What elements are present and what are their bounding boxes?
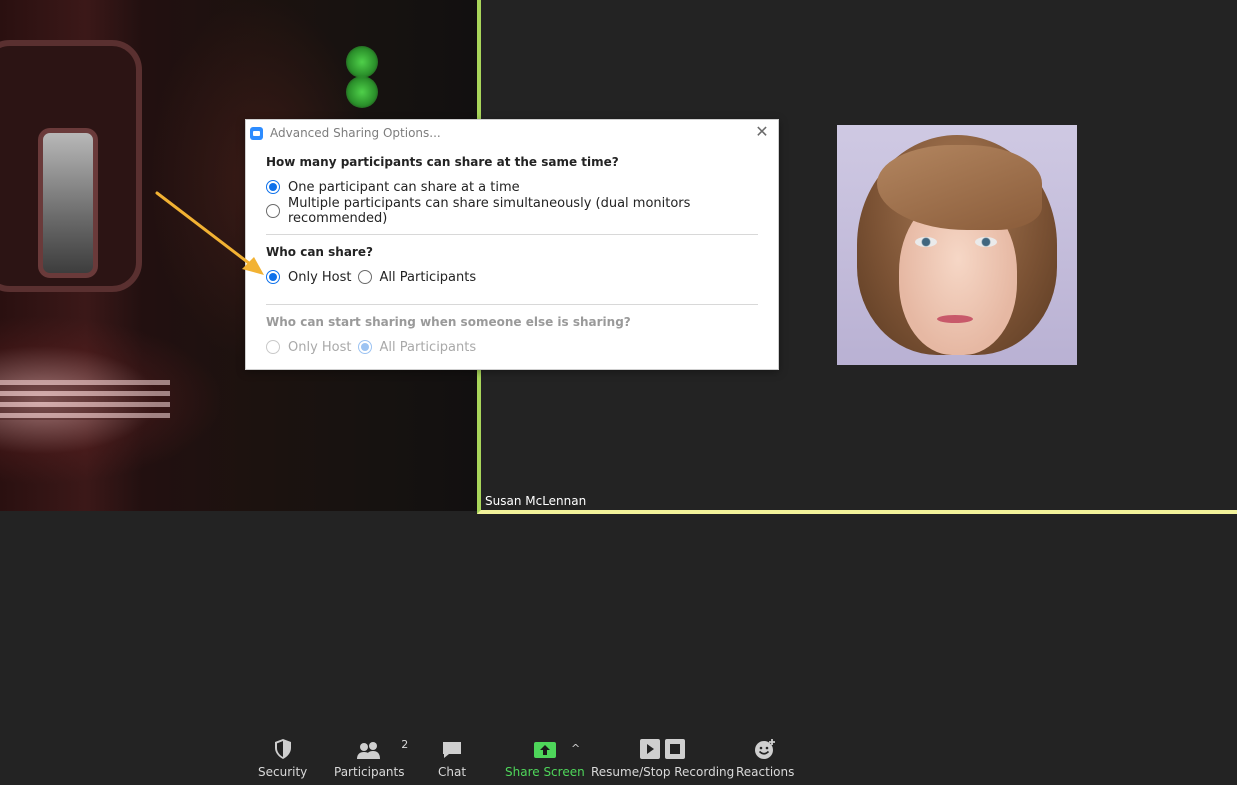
meeting-toolbar: Security 2 Participants Chat Share Scree… bbox=[0, 728, 1237, 785]
dialog-title: Advanced Sharing Options... bbox=[270, 126, 441, 140]
radio-only-host-disabled: Only Host bbox=[266, 340, 352, 355]
share-options-chevron-up-icon[interactable]: ^ bbox=[571, 742, 580, 755]
advanced-sharing-options-dialog: Advanced Sharing Options... ✕ How many p… bbox=[245, 119, 779, 370]
participant-avatar bbox=[837, 125, 1077, 365]
share-screen-icon bbox=[533, 742, 556, 758]
option-label: All Participants bbox=[379, 269, 477, 285]
dialog-title-bar: Advanced Sharing Options... bbox=[250, 124, 441, 142]
option-label: All Participants bbox=[379, 339, 477, 355]
option-label: Only Host bbox=[288, 269, 352, 285]
chat-label: Chat bbox=[438, 765, 467, 779]
option-row-who-can-share: Only Host All Participants bbox=[266, 265, 758, 289]
security-button[interactable]: Security bbox=[258, 736, 307, 779]
reactions-smiley-icon bbox=[755, 739, 776, 759]
avatar-eye-left bbox=[915, 237, 937, 247]
option-row-start-sharing: Only Host All Participants bbox=[266, 335, 758, 359]
share-screen-label: Share Screen bbox=[505, 765, 585, 779]
participants-button[interactable]: 2 Participants bbox=[334, 736, 409, 779]
section-who-can-share: Who can share? Only Host All Participant… bbox=[266, 245, 758, 289]
annotation-arrow-icon bbox=[155, 191, 264, 275]
section-start-sharing: Who can start sharing when someone else … bbox=[266, 315, 758, 359]
radio-all-participants[interactable]: All Participants bbox=[357, 269, 477, 285]
chat-bubble-icon bbox=[443, 742, 462, 758]
option-label: One participant can share at a time bbox=[288, 179, 520, 195]
participant-name-label: Susan McLennan bbox=[485, 494, 587, 508]
recording-label: Resume/Stop Recording bbox=[591, 765, 735, 779]
reactions-button[interactable]: Reactions bbox=[736, 736, 794, 779]
green-light-top bbox=[346, 46, 378, 78]
option-row-multiple: Multiple participants can share simultan… bbox=[266, 196, 758, 226]
participants-label: Participants bbox=[334, 765, 405, 779]
radio-one-participant[interactable]: One participant can share at a time bbox=[266, 180, 520, 195]
question-who-can-share: Who can share? bbox=[266, 245, 373, 259]
reactions-label: Reactions bbox=[736, 765, 795, 779]
background-lights bbox=[0, 380, 170, 420]
option-label: Multiple participants can share simultan… bbox=[288, 196, 691, 226]
question-start-sharing: Who can start sharing when someone else … bbox=[266, 315, 631, 329]
green-light-bottom bbox=[346, 76, 378, 108]
divider bbox=[266, 234, 758, 235]
radio-only-host[interactable]: Only Host bbox=[266, 270, 352, 285]
divider bbox=[266, 304, 758, 305]
question-share-count: How many participants can share at the s… bbox=[266, 155, 619, 169]
participants-icon bbox=[357, 742, 381, 759]
radio-disabled-icon bbox=[266, 340, 280, 354]
security-label: Security bbox=[258, 765, 308, 779]
avatar-mouth bbox=[937, 315, 973, 323]
shield-icon bbox=[274, 739, 291, 759]
avatar-eye-right bbox=[975, 237, 997, 247]
radio-multiple-participants[interactable]: Multiple participants can share simultan… bbox=[266, 196, 752, 226]
zoom-logo-icon bbox=[250, 126, 263, 140]
chat-button[interactable]: Chat bbox=[438, 736, 466, 779]
play-stop-icon bbox=[639, 739, 685, 759]
close-icon[interactable]: ✕ bbox=[754, 122, 770, 142]
participants-count-badge: 2 bbox=[401, 738, 409, 751]
background-window bbox=[38, 128, 98, 278]
resume-stop-recording-button[interactable]: Resume/Stop Recording bbox=[591, 736, 734, 779]
radio-disabled-selected-icon bbox=[357, 340, 372, 354]
section-share-count: How many participants can share at the s… bbox=[266, 155, 758, 226]
option-label: Only Host bbox=[288, 339, 352, 355]
radio-unselected-icon[interactable] bbox=[357, 270, 372, 284]
radio-all-participants-disabled: All Participants bbox=[357, 339, 477, 355]
